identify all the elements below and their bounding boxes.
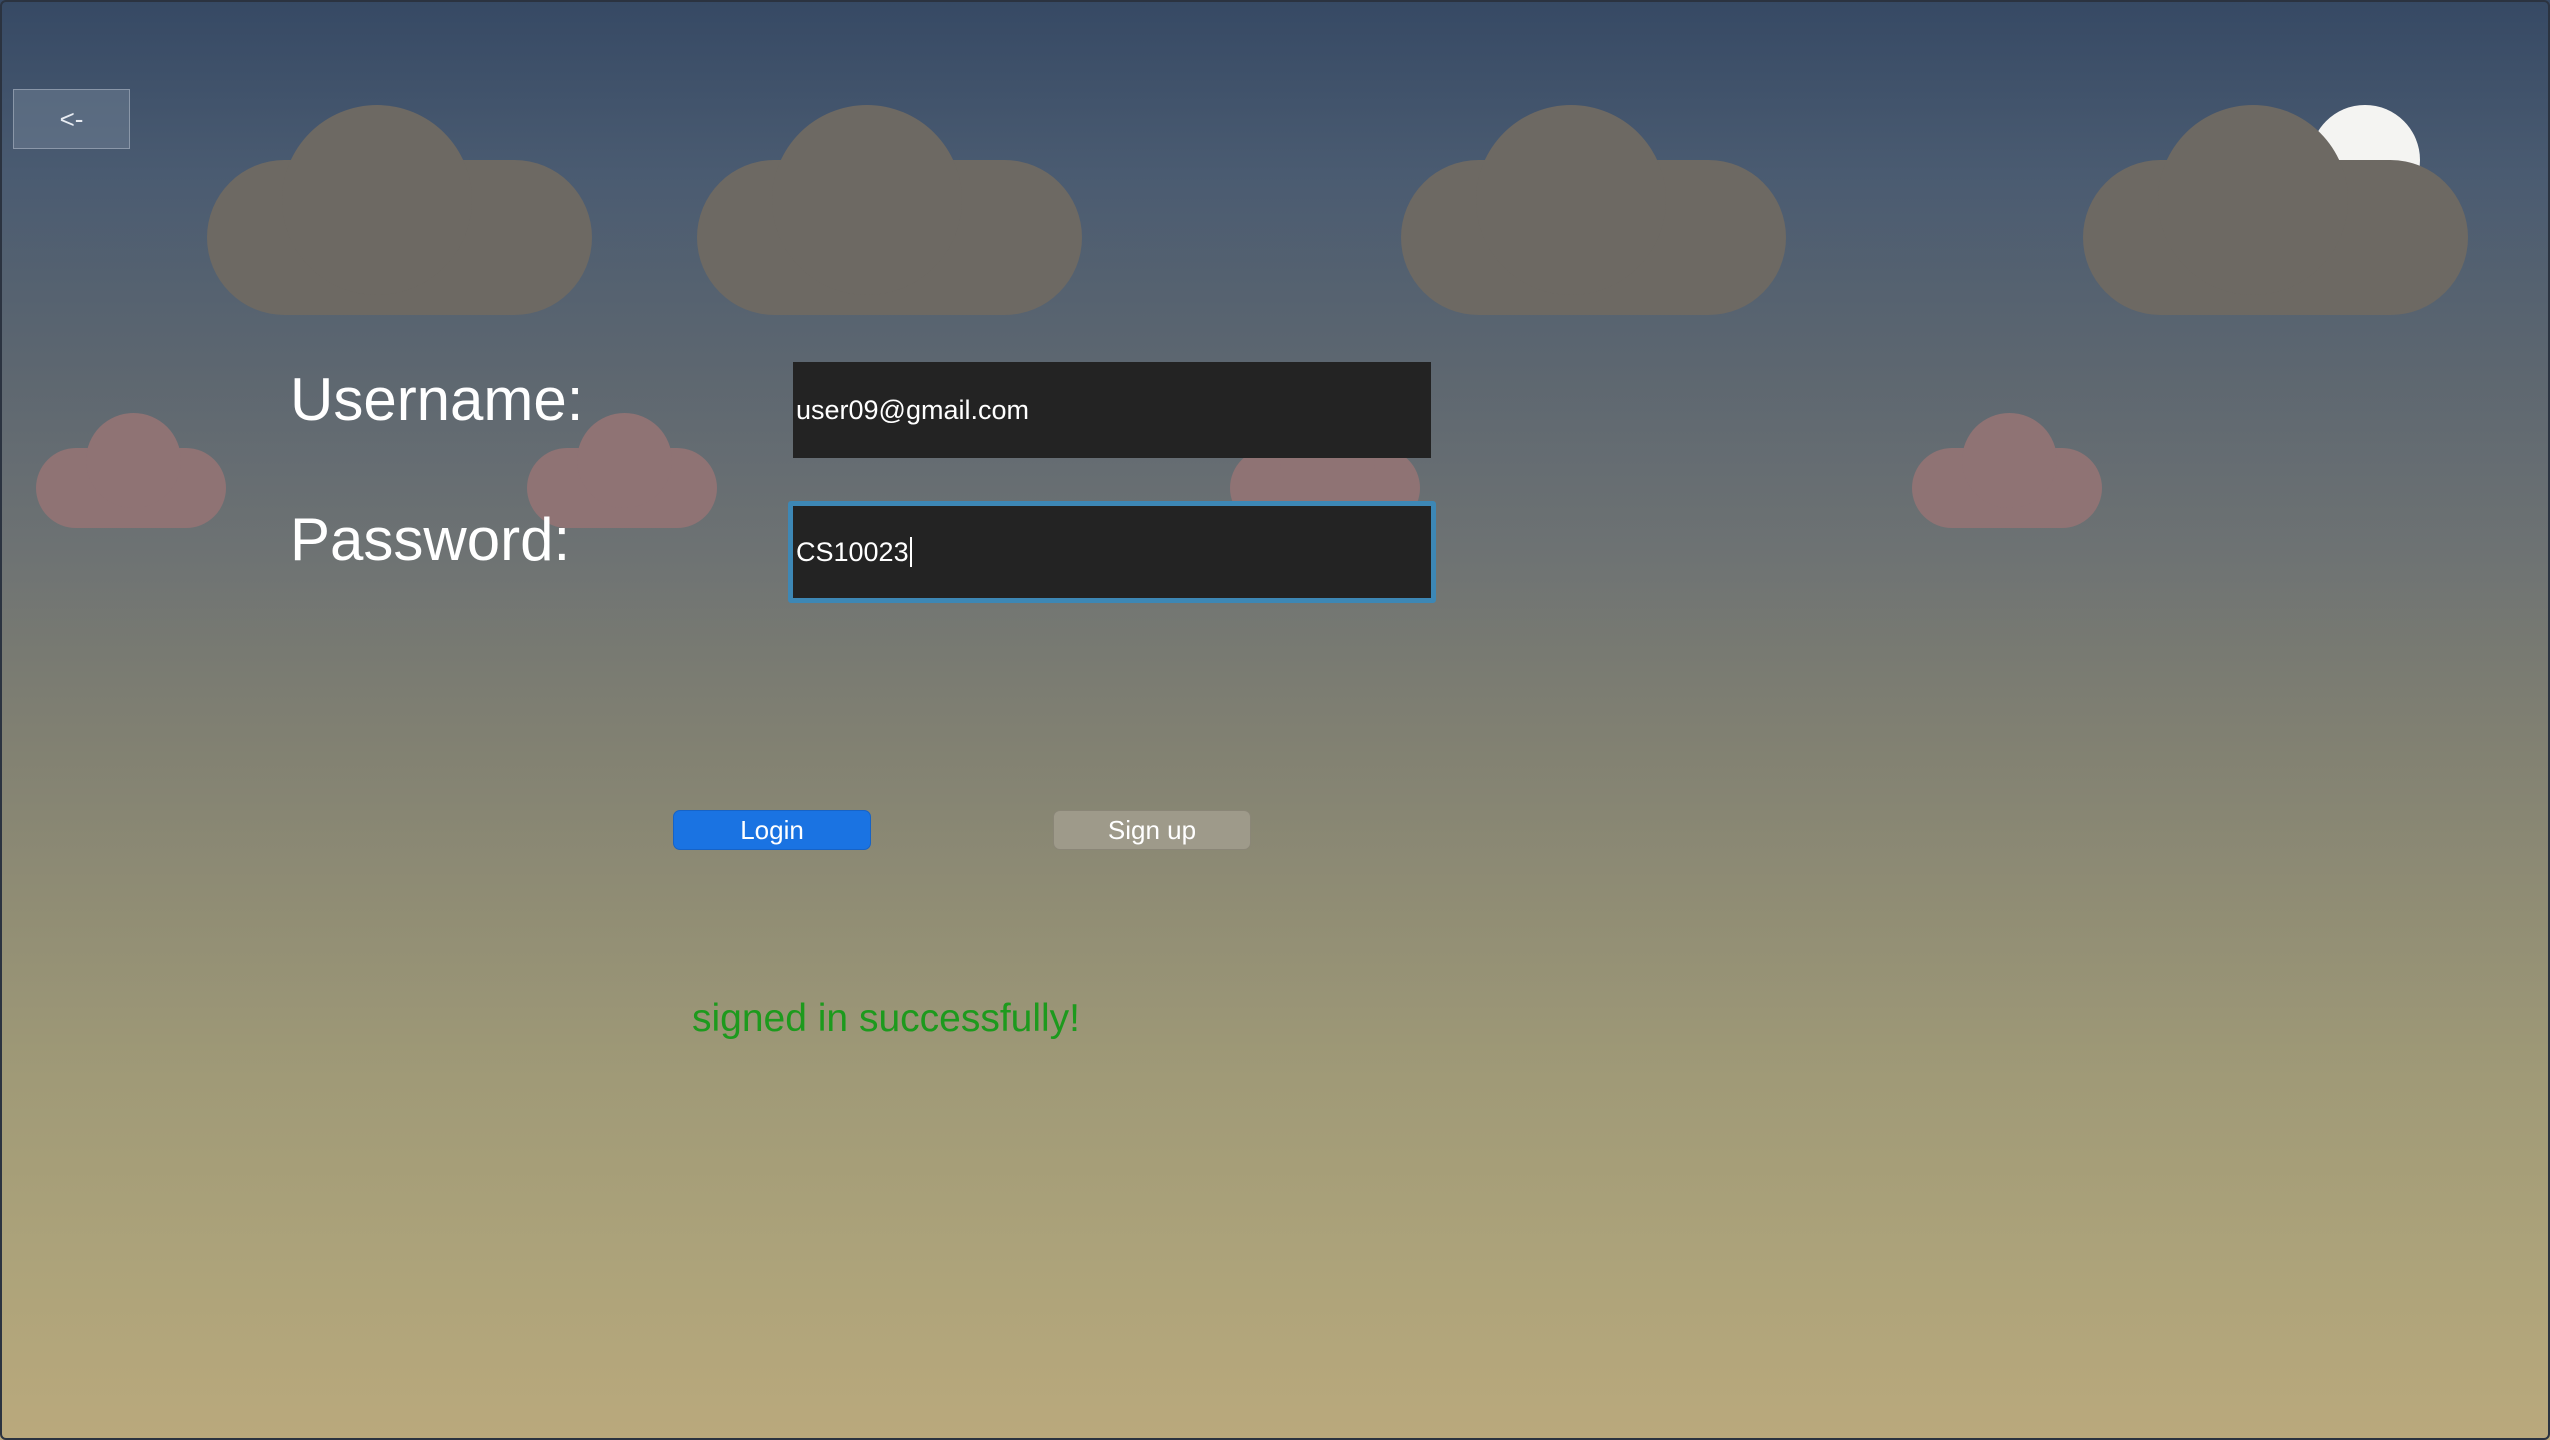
text-caret bbox=[909, 537, 912, 567]
username-input[interactable]: user09@gmail.com bbox=[793, 362, 1431, 458]
password-input[interactable]: CS10023 bbox=[788, 501, 1436, 603]
username-label: Username: bbox=[290, 366, 584, 433]
password-label: Password: bbox=[290, 506, 571, 573]
password-value: CS10023 bbox=[796, 536, 909, 567]
login-button[interactable]: Login bbox=[673, 810, 871, 850]
username-value: user09@gmail.com bbox=[796, 394, 1029, 425]
status-message: signed in successfully! bbox=[692, 997, 1081, 1040]
signup-button[interactable]: Sign up bbox=[1053, 810, 1251, 850]
back-button[interactable]: <- bbox=[13, 89, 130, 149]
